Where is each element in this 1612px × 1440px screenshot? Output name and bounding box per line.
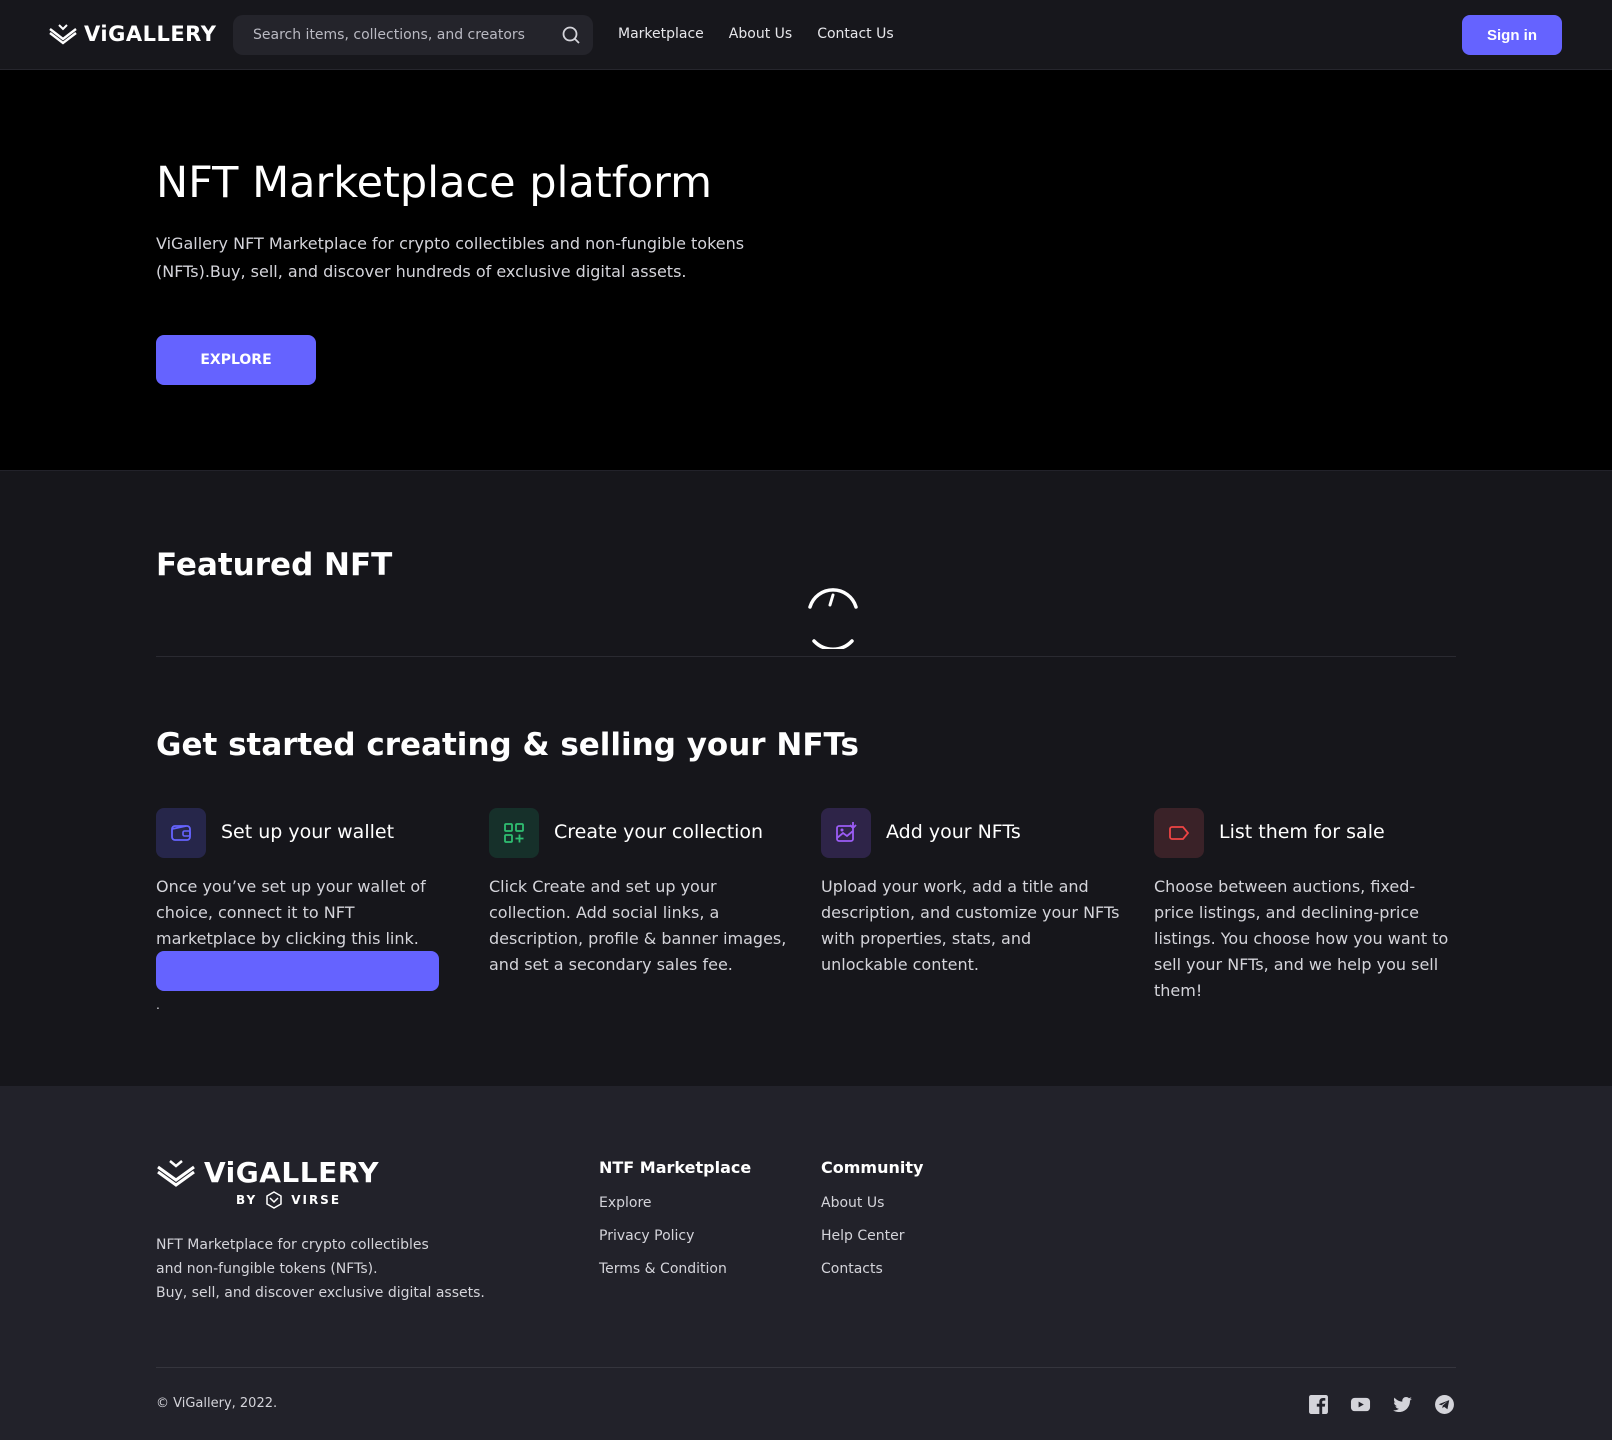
telegram-icon[interactable] <box>1434 1394 1455 1415</box>
get-started-title: Get started creating & selling your NFTs <box>156 727 859 763</box>
explore-button[interactable]: EXPLORE <box>156 335 316 385</box>
hero-title: NFT Marketplace platform <box>156 158 712 208</box>
loading-spinner-icon <box>808 588 858 649</box>
main-section: Featured NFT Get started creating & sell… <box>0 470 1612 1086</box>
footer-link-about-us[interactable]: About Us <box>821 1195 923 1211</box>
nav-about-us[interactable]: About Us <box>729 26 792 42</box>
twitter-icon[interactable] <box>1392 1394 1413 1415</box>
image-add-icon <box>821 808 871 858</box>
logo-text: ViGALLERY <box>84 22 217 46</box>
step-description: Click Create and set up your collection.… <box>489 877 787 974</box>
logo[interactable]: ViGALLERY <box>48 22 216 46</box>
main-nav: Marketplace About Us Contact Us <box>618 26 894 42</box>
social-links <box>1308 1394 1455 1415</box>
virse-logo-icon <box>266 1191 282 1209</box>
hero-description: ViGallery NFT Marketplace for crypto col… <box>156 234 745 281</box>
facebook-icon[interactable] <box>1308 1394 1329 1415</box>
footer-link-privacy-policy[interactable]: Privacy Policy <box>599 1228 751 1244</box>
footer-link-help-center[interactable]: Help Center <box>821 1228 923 1244</box>
footer-divider <box>156 1367 1456 1368</box>
wallet-icon <box>156 808 206 858</box>
footer-description: NFT Marketplace for crypto collectibles … <box>156 1233 486 1305</box>
footer-column-title: NTF Marketplace <box>599 1158 752 1177</box>
footer-description-line: NFT Marketplace for crypto collectibles <box>156 1237 429 1253</box>
youtube-icon[interactable] <box>1350 1394 1371 1415</box>
step-description: Once you’ve set up your wallet of choice… <box>156 877 426 948</box>
footer-link-explore[interactable]: Explore <box>599 1195 751 1211</box>
vigallery-logo-icon <box>157 1159 195 1187</box>
copyright: © ViGallery, 2022. <box>156 1396 278 1411</box>
step-description: Choose between auctions, fixed-price lis… <box>1154 877 1449 1000</box>
footer-column-title: Community <box>821 1158 924 1177</box>
search-box <box>233 15 593 55</box>
top-header: ViGALLERY Marketplace About Us Contact U… <box>0 0 1612 70</box>
footer-description-line: and non-fungible tokens (NFTs). <box>156 1261 378 1277</box>
tag-icon <box>1154 808 1204 858</box>
footer-link-contacts[interactable]: Contacts <box>821 1261 923 1277</box>
search-icon[interactable] <box>561 25 581 45</box>
vigallery-logo-icon <box>49 24 77 45</box>
footer-brand-text: VIRSE <box>291 1193 342 1207</box>
footer-column-marketplace: NTF Marketplace Explore Privacy Policy T… <box>599 1158 751 1294</box>
sign-in-button[interactable]: Sign in <box>1462 15 1562 55</box>
nav-marketplace[interactable]: Marketplace <box>618 26 704 42</box>
trailing-dot: . <box>156 996 160 1012</box>
footer: ViGALLERY BY VIRSE NFT Marketplace for c… <box>0 1086 1612 1440</box>
search-input[interactable] <box>233 15 543 55</box>
featured-title: Featured NFT <box>156 547 393 583</box>
step-description: Upload your work, add a title and descri… <box>821 877 1120 974</box>
section-divider <box>156 656 1456 657</box>
grid-plus-icon <box>489 808 539 858</box>
footer-link-terms[interactable]: Terms & Condition <box>599 1261 751 1277</box>
footer-by-text: BY <box>236 1193 258 1207</box>
step-title: List them for sale <box>1219 821 1385 843</box>
footer-logo[interactable]: ViGALLERY BY VIRSE <box>156 1156 379 1209</box>
nav-contact-us[interactable]: Contact Us <box>817 26 893 42</box>
footer-logo-text: ViGALLERY <box>204 1156 380 1189</box>
connect-wallet-button[interactable] <box>156 951 439 991</box>
footer-description-line: Buy, sell, and discover exclusive digita… <box>156 1285 485 1301</box>
step-title: Add your NFTs <box>886 821 1021 843</box>
footer-column-community: Community About Us Help Center Contacts <box>821 1158 923 1294</box>
hero-section: NFT Marketplace platform ViGallery NFT M… <box>0 70 1612 470</box>
step-title: Create your collection <box>554 821 764 843</box>
step-title: Set up your wallet <box>221 821 395 843</box>
